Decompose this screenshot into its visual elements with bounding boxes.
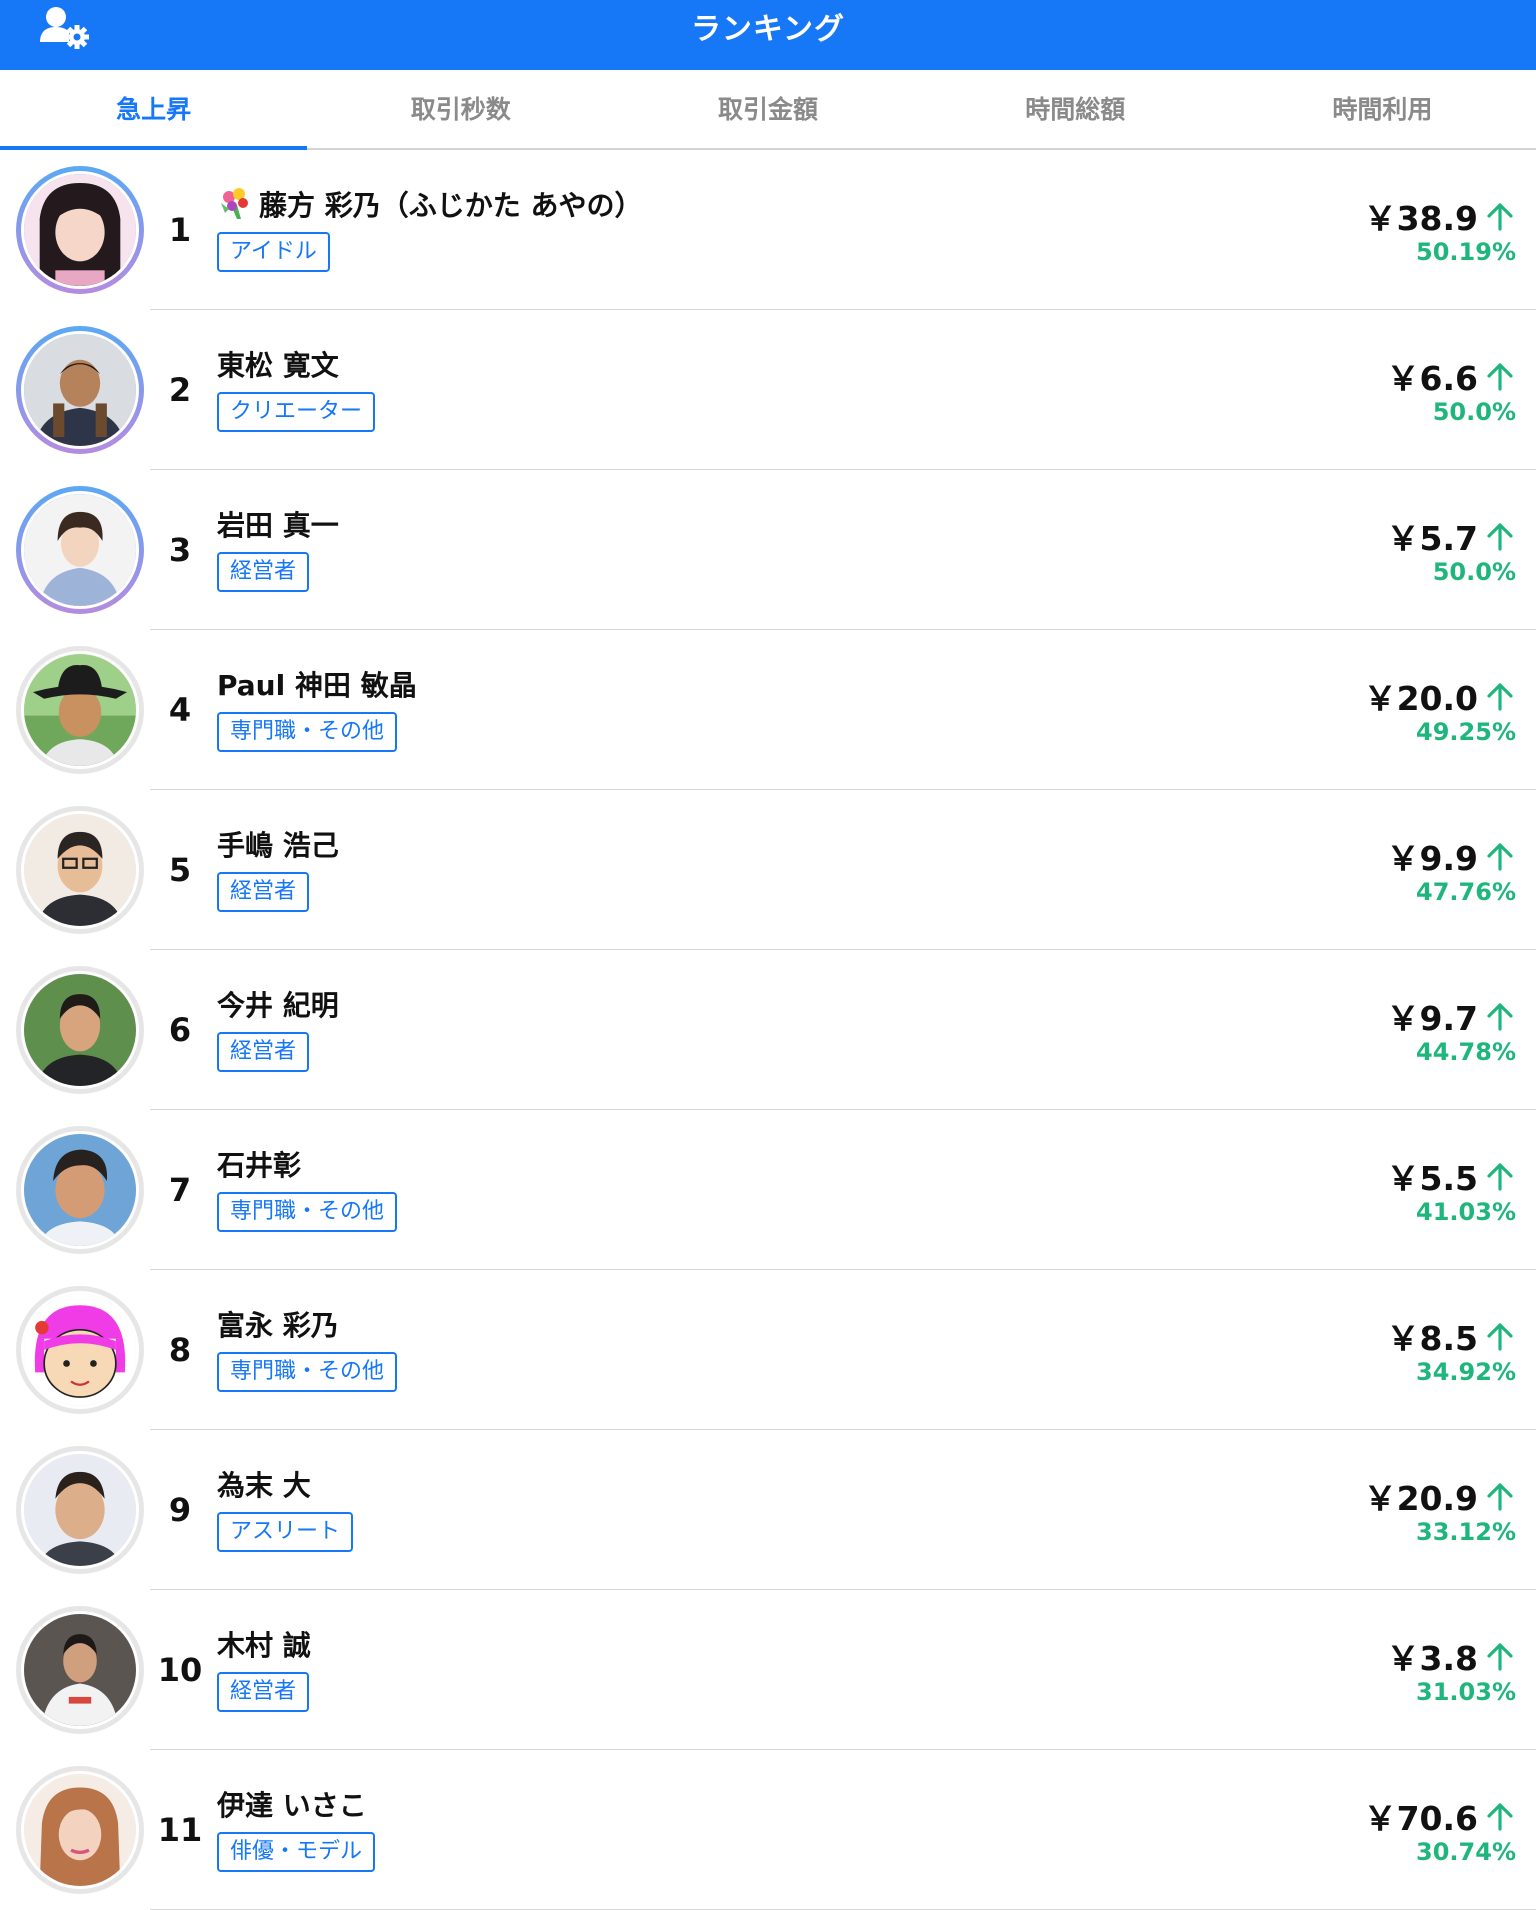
change-percent: 50.0% xyxy=(1432,398,1516,426)
user-name: 木村 誠 xyxy=(217,1629,311,1662)
arrow-up-icon xyxy=(1487,203,1513,231)
avatar[interactable] xyxy=(16,646,144,774)
category-tag: 経営者 xyxy=(217,1032,310,1072)
avatar[interactable] xyxy=(16,1446,144,1574)
change-percent: 44.78% xyxy=(1416,1038,1516,1066)
avatar[interactable] xyxy=(16,486,144,614)
user-name: 手嶋 浩己 xyxy=(217,829,339,862)
rank-number: 9 xyxy=(168,1491,192,1529)
rank-number: 3 xyxy=(168,531,192,569)
user-name: 東松 寛文 xyxy=(217,349,339,382)
change-percent: 31.03% xyxy=(1416,1678,1516,1706)
price-value: ￥5.5 xyxy=(1386,1159,1478,1198)
list-item[interactable]: 6 今井 紀明 経営者 ￥9.7 44.78% xyxy=(0,950,1536,1110)
arrow-up-icon xyxy=(1487,843,1513,871)
avatar[interactable] xyxy=(16,326,144,454)
user-name: 為末 大 xyxy=(217,1469,311,1502)
price-value: ￥20.9 xyxy=(1363,1479,1478,1518)
bouquet-icon xyxy=(221,188,248,219)
avatar[interactable] xyxy=(16,166,144,294)
list-item[interactable]: 2 東松 寛文 クリエーター ￥6.6 50.0% xyxy=(0,310,1536,470)
price-value: ￥6.6 xyxy=(1386,359,1478,398)
user-name: 岩田 真一 xyxy=(217,509,339,542)
user-name: 石井彰 xyxy=(217,1149,302,1182)
tab-trade-amount[interactable]: 取引金額 xyxy=(614,70,921,148)
rank-number: 10 xyxy=(157,1651,203,1689)
arrow-up-icon xyxy=(1487,523,1513,551)
list-item[interactable]: 7 石井彰 専門職・その他 ￥5.5 41.03% xyxy=(0,1110,1536,1270)
arrow-up-icon xyxy=(1487,1643,1513,1671)
rank-number: 6 xyxy=(168,1011,192,1049)
user-name: 伊達 いさこ xyxy=(217,1789,367,1822)
avatar[interactable] xyxy=(16,806,144,934)
rank-number: 11 xyxy=(157,1811,203,1849)
tab-time-total[interactable]: 時間総額 xyxy=(922,70,1229,148)
arrow-up-icon xyxy=(1487,683,1513,711)
user-name: 藤方 彩乃（ふじかた あやの） xyxy=(217,184,643,224)
tab-time-usage[interactable]: 時間利用 xyxy=(1229,70,1536,148)
list-item[interactable]: 9 為末 大 アスリート ￥20.9 33.12% xyxy=(0,1430,1536,1590)
tab-trade-seconds[interactable]: 取引秒数 xyxy=(307,70,614,148)
rank-number: 2 xyxy=(168,371,192,409)
rank-number: 8 xyxy=(168,1331,192,1369)
user-name: Paul 神田 敏晶 xyxy=(217,669,417,702)
list-item[interactable]: 8 富永 彩乃 専門職・その他 ￥8.5 34.92% xyxy=(0,1270,1536,1430)
category-tag: 経営者 xyxy=(217,1672,310,1712)
change-percent: 30.74% xyxy=(1416,1838,1516,1866)
rank-number: 4 xyxy=(168,691,192,729)
arrow-up-icon xyxy=(1487,1003,1513,1031)
change-percent: 49.25% xyxy=(1416,718,1516,746)
tab-trending[interactable]: 急上昇 xyxy=(0,70,308,150)
change-percent: 50.0% xyxy=(1432,558,1516,586)
price-value: ￥20.0 xyxy=(1363,679,1478,718)
arrow-up-icon xyxy=(1487,363,1513,391)
list-item[interactable]: 11 伊達 いさこ 俳優・モデル ￥70.6 30.74% xyxy=(0,1750,1536,1910)
category-tag: 経営者 xyxy=(217,872,310,912)
rank-number: 5 xyxy=(168,851,192,889)
category-tag: アイドル xyxy=(217,232,330,272)
arrow-up-icon xyxy=(1487,1323,1513,1351)
list-item[interactable]: 4 Paul 神田 敏晶 専門職・その他 ￥20.0 49.25% xyxy=(0,630,1536,790)
arrow-up-icon xyxy=(1487,1803,1513,1831)
user-name: 今井 紀明 xyxy=(217,989,339,1022)
category-tag: クリエーター xyxy=(217,392,376,432)
change-percent: 33.12% xyxy=(1416,1518,1516,1546)
avatar[interactable] xyxy=(16,1286,144,1414)
category-tag: 専門職・その他 xyxy=(217,1192,398,1232)
list-item[interactable]: 5 手嶋 浩己 経営者 ￥9.9 47.76% xyxy=(0,790,1536,950)
category-tag: 専門職・その他 xyxy=(217,1352,398,1392)
category-tag: 俳優・モデル xyxy=(217,1832,376,1872)
change-percent: 34.92% xyxy=(1416,1358,1516,1386)
list-item[interactable]: 3 岩田 真一 経営者 ￥5.7 50.0% xyxy=(0,470,1536,630)
app-header: ランキング xyxy=(0,0,1536,70)
arrow-up-icon xyxy=(1487,1163,1513,1191)
price-value: ￥8.5 xyxy=(1386,1319,1478,1358)
list-item[interactable]: 10 木村 誠 経営者 ￥3.8 31.03% xyxy=(0,1590,1536,1750)
avatar[interactable] xyxy=(16,1606,144,1734)
category-tag: アスリート xyxy=(217,1512,354,1552)
page-title: ランキング xyxy=(690,12,846,47)
user-name: 富永 彩乃 xyxy=(217,1309,339,1342)
arrow-up-icon xyxy=(1487,1483,1513,1511)
avatar[interactable] xyxy=(16,1766,144,1894)
change-percent: 50.19% xyxy=(1416,238,1516,266)
ranking-tabs: 急上昇 取引秒数 取引金額 時間総額 時間利用 xyxy=(0,70,1536,150)
avatar[interactable] xyxy=(16,1126,144,1254)
change-percent: 41.03% xyxy=(1416,1198,1516,1226)
price-value: ￥9.7 xyxy=(1386,999,1478,1038)
change-percent: 47.76% xyxy=(1416,878,1516,906)
price-value: ￥38.9 xyxy=(1363,199,1478,238)
avatar[interactable] xyxy=(16,966,144,1094)
category-tag: 専門職・その他 xyxy=(217,712,398,752)
price-value: ￥9.9 xyxy=(1386,839,1478,878)
category-tag: 経営者 xyxy=(217,552,310,592)
rank-number: 1 xyxy=(168,211,192,249)
price-value: ￥70.6 xyxy=(1363,1799,1478,1838)
price-value: ￥5.7 xyxy=(1386,519,1478,558)
price-value: ￥3.8 xyxy=(1386,1639,1478,1678)
ranking-list: 1 藤方 彩乃（ふじかた あやの） アイドル ￥38.9 50.19% 2 東松… xyxy=(0,150,1536,1910)
list-item[interactable]: 1 藤方 彩乃（ふじかた あやの） アイドル ￥38.9 50.19% xyxy=(0,150,1536,310)
rank-number: 7 xyxy=(168,1171,192,1209)
